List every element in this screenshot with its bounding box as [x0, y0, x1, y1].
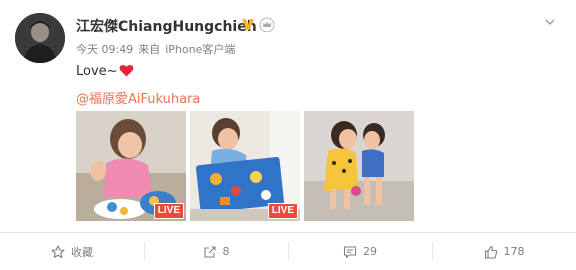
verified-v-icon: [242, 19, 254, 30]
favorite-label: 收藏: [71, 245, 93, 259]
star-icon: [51, 244, 65, 258]
post-photo-1[interactable]: LIVE: [76, 111, 186, 221]
repost-icon: [203, 245, 216, 258]
crown-icon[interactable]: [259, 17, 275, 32]
live-badge: LIVE: [153, 203, 184, 219]
post-meta: 今天 09:49 来自 iPhone客户端: [76, 41, 235, 57]
chevron-down-icon[interactable]: [544, 16, 556, 28]
comment-button[interactable]: 29: [288, 233, 432, 270]
comment-count: 29: [363, 245, 377, 258]
post-time[interactable]: 今天 09:49: [76, 43, 133, 56]
post-source[interactable]: iPhone客户端: [165, 43, 235, 56]
live-badge: LIVE: [267, 203, 298, 219]
post-text-content: Love~: [76, 64, 118, 79]
post-text: Love~: [76, 64, 134, 79]
post-photo-2[interactable]: LIVE: [190, 111, 300, 221]
like-count: 178: [503, 245, 525, 258]
comment-icon: [343, 245, 357, 258]
favorite-button[interactable]: 收藏: [0, 233, 144, 270]
post-photo-3[interactable]: [304, 111, 414, 221]
thumbs-up-icon: [484, 245, 497, 259]
source-prefix: 来自: [138, 43, 161, 56]
weibo-post-card: 江宏傑ChiangHungchieh 今天 09:49 来自 iPhone客户端 L…: [0, 0, 576, 270]
avatar[interactable]: [15, 13, 65, 63]
photo-3-image: [304, 111, 414, 221]
username-link[interactable]: 江宏傑ChiangHungchieh: [76, 16, 257, 36]
repost-button[interactable]: 8: [144, 233, 288, 270]
like-button[interactable]: 178: [432, 233, 576, 270]
repost-count: 8: [222, 245, 230, 258]
mention-link[interactable]: @福原愛AiFukuhara: [76, 88, 200, 107]
heart-icon: [119, 64, 133, 77]
